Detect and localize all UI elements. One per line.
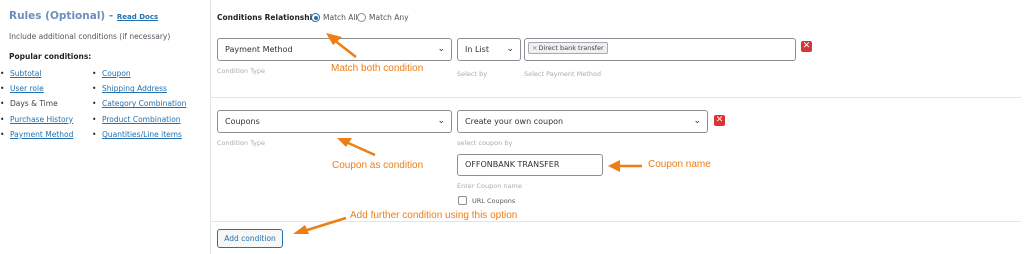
conditions-relationship-label: Conditions Relationship [217, 13, 318, 22]
condition-1-delete-icon[interactable]: ✕ [801, 41, 812, 52]
selected-tag: ×Direct bank transfer [528, 42, 608, 54]
condition-2-operator-select[interactable]: Create your own coupon ⌄ [457, 110, 708, 133]
tag-remove-icon[interactable]: × [532, 44, 537, 52]
condition-1-value-hint: Select Payment Method [524, 70, 602, 78]
annotation-add-further: Add further condition using this option [350, 210, 518, 221]
add-condition-button[interactable]: Add condition [217, 229, 283, 248]
selected-tag-label: Direct bank transfer [538, 44, 604, 52]
condition-link-user-role[interactable]: User role [0, 84, 73, 99]
condition-2-type-select[interactable]: Coupons ⌄ [217, 110, 452, 133]
chevron-down-icon: ⌄ [437, 44, 445, 54]
rules-subtitle: Include additional conditions (if necess… [9, 32, 171, 41]
condition-2-delete-icon[interactable]: ✕ [714, 115, 725, 126]
condition-2-type-value: Coupons [225, 117, 260, 126]
condition-link-shipping-address[interactable]: Shipping Address [92, 84, 186, 99]
match-any-label: Match Any [369, 13, 409, 22]
annotation-coupon-name: Coupon name [648, 159, 711, 170]
read-docs-link[interactable]: Read Docs [117, 13, 158, 21]
match-all-radio[interactable] [311, 13, 320, 22]
condition-1-operator-value: In List [465, 45, 489, 54]
rules-title: Rules (Optional) [9, 10, 106, 22]
condition-1-type-hint: Condition Type [217, 67, 266, 75]
condition-link-product-combination[interactable]: Product Combination [92, 115, 186, 130]
condition-1-operator-hint: Select by [457, 70, 488, 78]
condition-1-type-select[interactable]: Payment Method ⌄ [217, 38, 452, 61]
coupon-name-hint: Enter Coupon name [457, 182, 522, 190]
chevron-down-icon: ⌄ [506, 44, 514, 54]
chevron-down-icon: ⌄ [693, 116, 701, 126]
condition-2-type-hint: Condition Type [217, 139, 266, 147]
condition-link-coupon[interactable]: Coupon [92, 69, 186, 84]
rules-title-dash: - [105, 10, 117, 22]
condition-divider [211, 97, 1021, 98]
condition-link-category-combination[interactable]: Category Combination [92, 99, 186, 114]
match-any-radio[interactable] [357, 13, 366, 22]
condition-link-days-time[interactable]: Days & Time [0, 99, 73, 114]
popular-conditions-list-a: Subtotal User role Days & Time Purchase … [0, 69, 73, 145]
popular-conditions-heading: Popular conditions: [9, 52, 92, 61]
condition-1-type-value: Payment Method [225, 45, 293, 54]
chevron-down-icon: ⌄ [437, 116, 445, 126]
url-coupons-label: URL Coupons [472, 197, 516, 205]
condition-2-operator-value: Create your own coupon [465, 117, 564, 126]
annotation-match-both: Match both condition [331, 63, 424, 74]
match-all-label: Match All [323, 13, 358, 22]
condition-link-payment-method[interactable]: Payment Method [0, 130, 73, 145]
popular-conditions-list-b: Coupon Shipping Address Category Combina… [92, 69, 186, 145]
condition-1-operator-select[interactable]: In List ⌄ [457, 38, 521, 61]
condition-divider [211, 221, 1021, 222]
condition-link-subtotal[interactable]: Subtotal [0, 69, 73, 84]
condition-2-operator-hint: select coupon by [457, 139, 513, 147]
rules-heading: Rules (Optional) - Read Docs [9, 10, 158, 22]
coupon-name-input[interactable]: OFFONBANK TRANSFER [457, 154, 603, 176]
condition-link-purchase-history[interactable]: Purchase History [0, 115, 73, 130]
url-coupons-checkbox[interactable] [458, 196, 467, 205]
condition-1-value-multiselect[interactable]: ×Direct bank transfer [524, 38, 796, 61]
condition-link-quantities-line-items[interactable]: Quantities/Line items [92, 130, 186, 145]
annotation-coupon-condition: Coupon as condition [332, 160, 424, 171]
